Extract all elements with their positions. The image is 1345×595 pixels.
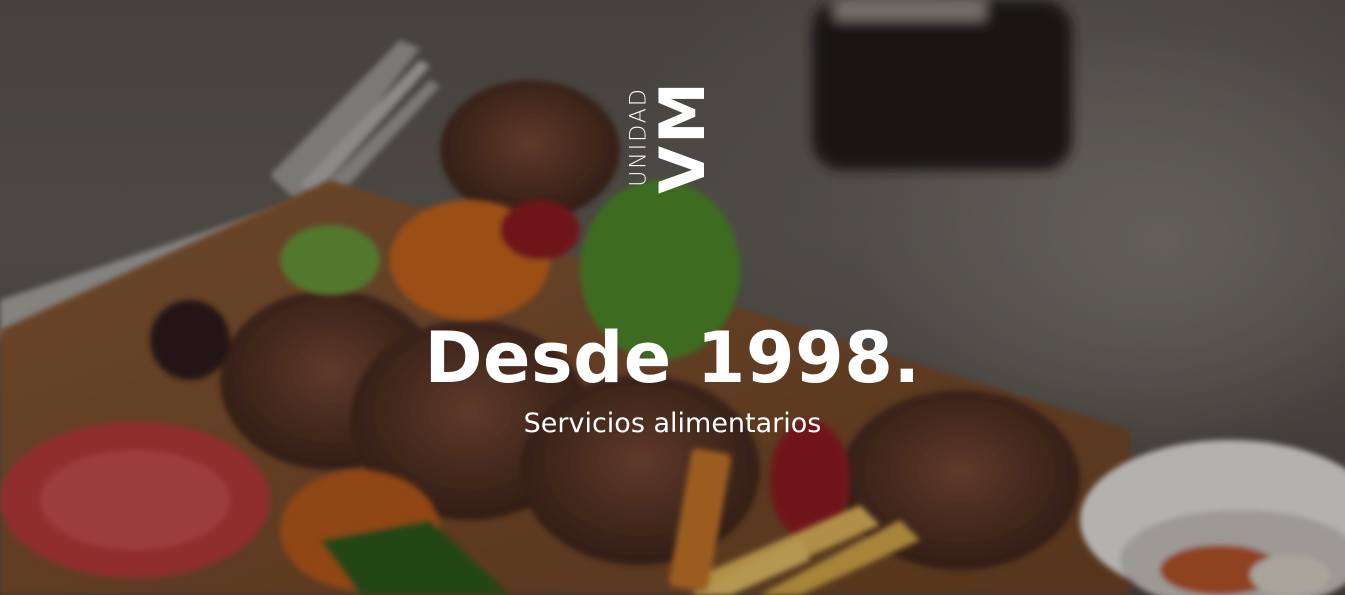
hero-section: UNIDAD VM Desde 1998. Servicios alimenta… [0, 0, 1345, 595]
logo-vm-text: VM [646, 76, 719, 198]
hero-subheadline: Servicios alimentarios [523, 408, 822, 439]
hero-headline: Desde 1998. [424, 317, 921, 399]
brand-logo[interactable]: UNIDAD VM [624, 76, 720, 198]
logo-vm-label: VM [646, 80, 719, 194]
